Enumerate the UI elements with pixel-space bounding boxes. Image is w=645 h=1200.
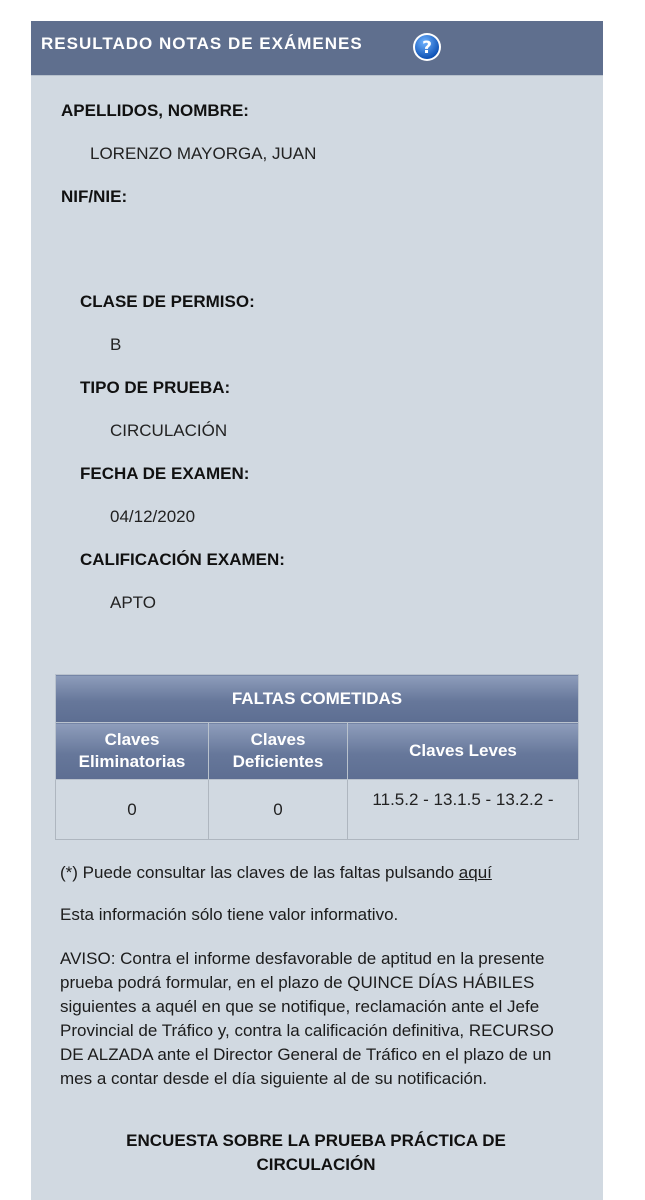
test-type-label: TIPO DE PRUEBA: bbox=[80, 378, 231, 397]
name-label: APELLIDOS, NOMBRE: bbox=[61, 101, 249, 120]
name-value: LORENZO MAYORGA, JUAN bbox=[90, 144, 317, 163]
consult-text: (*) Puede consultar las claves de las fa… bbox=[60, 863, 459, 882]
col-header-eliminatorias: Claves Eliminatorias bbox=[55, 722, 209, 780]
def-value: 0 bbox=[208, 779, 348, 840]
col-elim-line2: Eliminatorias bbox=[78, 752, 186, 771]
exam-date-label: FECHA DE EXAMEN: bbox=[80, 464, 250, 483]
consult-note: (*) Puede consultar las claves de las fa… bbox=[60, 861, 492, 885]
permit-label: CLASE DE PERMISO: bbox=[80, 292, 255, 311]
leves-value: 11.5.2 - 13.1.5 - 13.2.2 - bbox=[347, 779, 579, 840]
panel-header: RESULTADO NOTAS DE EXÁMENES ? bbox=[31, 21, 603, 76]
grade-value: APTO bbox=[110, 593, 156, 612]
grade-label: CALIFICACIÓN EXAMEN: bbox=[80, 550, 285, 569]
faults-table-title: FALTAS COMETIDAS bbox=[55, 674, 579, 723]
col-header-deficientes: Claves Deficientes bbox=[208, 722, 348, 780]
elim-value: 0 bbox=[55, 779, 209, 840]
col-elim-line1: Claves bbox=[104, 730, 160, 749]
help-icon[interactable]: ? bbox=[412, 32, 442, 62]
survey-title[interactable]: ENCUESTA SOBRE LA PRUEBA PRÁCTICA DE CIR… bbox=[91, 1129, 541, 1177]
page-title: RESULTADO NOTAS DE EXÁMENES bbox=[41, 34, 363, 53]
exam-date-value: 04/12/2020 bbox=[110, 507, 196, 526]
table-row: 0 0 11.5.2 - 13.1.5 - 13.2.2 - bbox=[55, 779, 579, 840]
col-def-line1: Claves bbox=[250, 730, 306, 749]
info-note: Esta información sólo tiene valor inform… bbox=[60, 905, 399, 924]
results-panel: RESULTADO NOTAS DE EXÁMENES ? APELLIDOS,… bbox=[31, 21, 603, 1200]
svg-text:?: ? bbox=[422, 38, 432, 58]
consult-link[interactable]: aquí bbox=[459, 863, 492, 882]
faults-table: FALTAS COMETIDAS Claves Eliminatorias Cl… bbox=[55, 674, 579, 840]
col-header-leves: Claves Leves bbox=[347, 722, 579, 780]
test-type-value: CIRCULACIÓN bbox=[110, 421, 228, 440]
nif-label: NIF/NIE: bbox=[61, 187, 128, 206]
permit-value: B bbox=[110, 335, 122, 354]
aviso-note: AVISO: Contra el informe desfavorable de… bbox=[60, 949, 554, 1088]
col-def-line2: Deficientes bbox=[232, 752, 324, 771]
